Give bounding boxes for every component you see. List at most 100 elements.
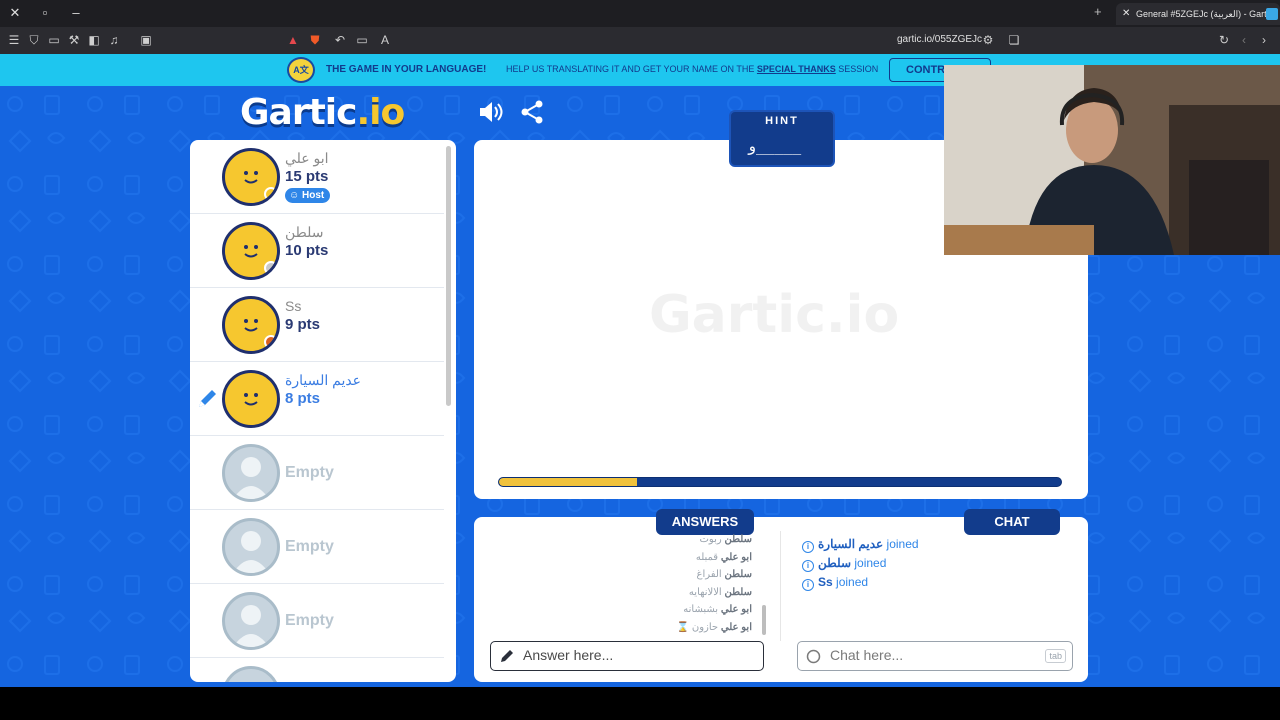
empty-slot-label: Empty (285, 612, 334, 629)
player-points: 9 pts (285, 316, 321, 333)
answer-text: ربوت (699, 534, 722, 545)
address-bar[interactable]: gartic.io/055ZGEJc (897, 34, 982, 45)
reload-icon[interactable]: ↻ (1216, 32, 1232, 48)
pencil-icon (199, 390, 216, 407)
new-tab-icon[interactable]: + (1094, 4, 1102, 19)
forward-icon[interactable]: › (1256, 32, 1272, 48)
pencil-icon (501, 650, 513, 662)
menu-icon[interactable]: ☰ (6, 32, 22, 48)
avatar (222, 296, 280, 354)
player-name: ابو علي (285, 150, 329, 166)
avatar (222, 148, 280, 206)
chat-tab[interactable]: CHAT (964, 509, 1060, 535)
answers-scrollbar[interactable] (762, 605, 766, 635)
screen-icon[interactable]: ▭ (354, 32, 370, 48)
empty-avatar-icon (222, 518, 280, 576)
chat-input[interactable]: Chat here... tab (797, 641, 1073, 671)
answer-item: ابو علي بشبشانه (674, 601, 752, 619)
answer-author: ابو علي (720, 604, 752, 615)
browser-toolbar: ☰ ⛉ ▭ ⚒ ◧ ♫ ▣ ▲ ⛊ ↶ ▭ A gartic.io/055ZGE… (0, 27, 1280, 54)
chat-placeholder: Chat here... (830, 647, 904, 663)
webcam-overlay (944, 65, 1280, 255)
music-icon[interactable]: ♫ (106, 32, 122, 48)
answer-item: سلطن الالانهايه (674, 584, 752, 602)
logo-suffix: .io (356, 92, 405, 133)
info-icon: i (802, 541, 814, 553)
timer-progress-bar (498, 477, 1062, 487)
brave-rewards-icon[interactable]: ▲ (285, 32, 301, 48)
answer-input[interactable]: Answer here... (490, 641, 764, 671)
wallet-icon[interactable]: ▭ (46, 32, 62, 48)
answer-placeholder: Answer here... (523, 647, 614, 663)
chat-user: عديم السيارة (818, 537, 884, 551)
smiley-face-icon (244, 319, 258, 332)
gartic-logo: Gartic.io (240, 92, 405, 133)
answer-text: قمبله (695, 551, 719, 563)
chat-text: joined (836, 575, 869, 589)
answer-text: الالانهايه (688, 586, 722, 598)
empty-avatar-icon (222, 666, 280, 682)
browser-titlebar: ✕ ▫ – + ✕ General #5ZGEJc (العربية) - Ga… (0, 0, 1280, 27)
player-row-drawing[interactable]: عديم السيارة 8 pts (190, 362, 444, 436)
back-history-icon[interactable]: ↶ (332, 32, 348, 48)
shield-icon[interactable]: ⛉ (26, 32, 42, 48)
share-icon[interactable] (520, 100, 544, 124)
panel-divider (780, 531, 781, 641)
smiley-face-icon (244, 171, 258, 184)
empty-slot-label: Empty (285, 538, 334, 555)
empty-slot: Empty (190, 584, 444, 658)
gartic-favicon-icon (1266, 8, 1278, 20)
answer-author: سلطن (724, 569, 752, 580)
player-row[interactable]: سلطن 10 pts (190, 214, 444, 288)
answer-item: سلطن ربوت (674, 531, 753, 549)
tab-shortcut-hint: tab (1045, 649, 1066, 663)
site-settings-icon[interactable]: ⚙ (980, 32, 996, 48)
answer-item: ابو علي حازون ⌛ (674, 619, 752, 637)
empty-avatar-icon (222, 592, 280, 650)
answer-text: بشبشانه (683, 604, 719, 615)
chat-list: i عديم السيارة joined i سلطن joined i Ss jo… (802, 535, 1072, 592)
empty-slot-label: Empty (285, 464, 334, 481)
answer-item: سلطن الفراغ (674, 566, 752, 584)
player-points: 8 pts (285, 390, 321, 407)
tools-icon[interactable]: ⚒ (66, 32, 82, 48)
answer-author: سلطن (724, 534, 752, 545)
chat-message: i سلطن joined (802, 554, 1072, 573)
minimize-window-icon[interactable]: – (66, 4, 86, 22)
smiley-face-icon (244, 393, 258, 406)
brave-shield-icon[interactable]: ⛊ (307, 32, 323, 48)
language-icon: A文 (287, 57, 315, 83)
close-tab-icon[interactable]: ✕ (1122, 3, 1130, 25)
chat-message: i عديم السيارة joined (802, 535, 1072, 554)
chat-user: Ss (818, 575, 833, 589)
chat-text: joined (886, 537, 919, 551)
player-row[interactable]: ابو علي 15 pts ☺ Host (190, 140, 444, 214)
browser-tab[interactable]: ✕ General #5ZGEJc (العربية) - Gartic (1116, 3, 1280, 25)
translate-icon[interactable]: A (377, 32, 393, 48)
canvas-watermark: Gartic.io (649, 285, 900, 345)
tab-icon[interactable]: ▣ (138, 32, 154, 48)
answers-chat-panel: ANSWERS CHAT سلطن ربوت ابو علي قمبله سلط… (474, 509, 1088, 682)
sidebar-icon[interactable]: ◧ (86, 32, 102, 48)
players-list: ابو علي 15 pts ☺ Host سلطن 10 pts Ss 9 p… (190, 140, 456, 682)
player-row[interactable]: Ss 9 pts (190, 288, 444, 362)
logo-main: Gartic (240, 92, 357, 133)
player-name: عديم السيارة (285, 372, 362, 388)
special-thanks-link[interactable]: SPECIAL THANKS (757, 64, 836, 74)
empty-slot-partial (190, 658, 444, 682)
close-window-icon[interactable]: ✕ (5, 4, 25, 22)
answer-text: حازون (691, 621, 719, 633)
player-points: 10 pts (285, 242, 329, 259)
smiley-face-icon (244, 245, 258, 258)
restore-window-icon[interactable]: ▫ (35, 4, 55, 22)
banner-subtext-main: HELP US TRANSLATING IT AND GET YOUR NAME… (506, 64, 755, 74)
player-status-dot (264, 335, 277, 349)
back-icon[interactable]: ‹ (1236, 32, 1252, 48)
banner-headline: THE GAME IN YOUR LANGUAGE! (326, 64, 487, 75)
hint-label: HINT (765, 115, 799, 127)
host-badge-label: Host (302, 190, 325, 201)
bookmark-icon[interactable]: ❏ (1006, 32, 1022, 48)
players-scrollbar[interactable] (446, 146, 451, 406)
webcam-person-image (944, 65, 1280, 255)
speaker-icon[interactable] (478, 100, 504, 124)
